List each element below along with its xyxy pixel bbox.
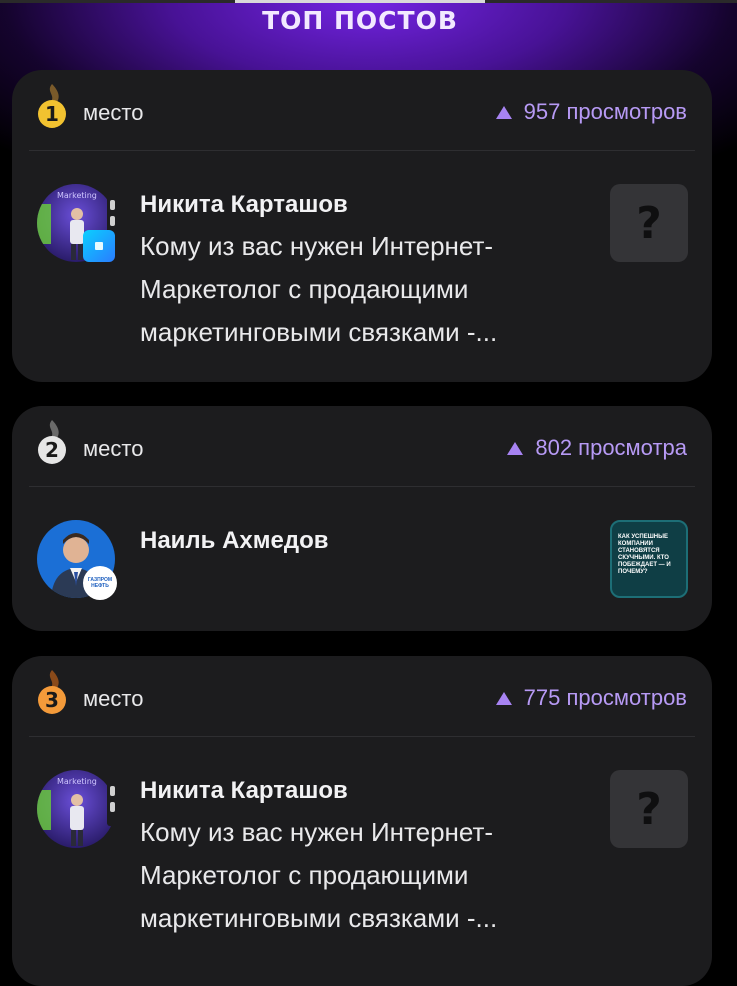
author-name[interactable]: Никита Карташов [140,191,348,219]
post-card-3[interactable]: 3 место 775 просмотров Marketing Никита … [12,656,712,986]
thumbnail-caption: Как успешные компании становятся скучным… [618,534,671,575]
views-text: 957 просмотров [523,99,687,124]
svg-text:1: 1 [45,102,59,126]
post-card-header: 3 место 775 просмотров [29,656,695,737]
medal-silver-icon: 2 [38,420,66,464]
avatar-photo: Marketing [37,770,115,848]
question-mark-icon: ? [636,783,662,835]
avatar[interactable]: Marketing [37,184,119,262]
views-up-icon [495,691,512,705]
post-thumbnail[interactable]: Как успешные компании становятся скучным… [610,520,688,598]
post-excerpt[interactable]: Кому из вас нужен Интернет-Маркетолог с … [140,811,590,940]
avatar[interactable]: ГАЗПРОМ НЕФТЬ [37,520,117,600]
author-name[interactable]: Никита Карташов [140,777,348,805]
post-excerpt[interactable]: Кому из вас нужен Интернет-Маркетолог с … [140,225,590,354]
post-card-2[interactable]: 2 место 802 просмотра ГАЗПРОМ НЕФТЬ Наил… [12,406,712,631]
app-badge-icon [83,230,115,262]
views-text: 802 просмотра [535,435,687,460]
views-count: 775 просмотров [495,685,687,711]
avatar[interactable]: Marketing [37,770,119,848]
company-badge: ГАЗПРОМ НЕФТЬ [83,566,117,600]
views-up-icon [495,105,512,119]
medal-gold-icon: 1 [38,84,66,128]
scroll-indicator [0,0,737,3]
views-text: 775 просмотров [523,685,687,710]
page-title: топ постов [262,6,458,35]
post-thumbnail[interactable]: ? [610,184,688,262]
views-count: 802 просмотра [507,435,687,461]
question-mark-icon: ? [636,197,662,249]
svg-text:Marketing: Marketing [57,777,97,786]
views-up-icon [507,441,524,455]
avatar-pattern [107,780,119,826]
place-label: место [83,436,144,461]
medal-bronze-icon: 3 [38,670,66,714]
svg-text:Marketing: Marketing [57,191,97,200]
post-card-header: 1 место 957 просмотров [29,70,695,151]
post-card-header: 2 место 802 просмотра [29,406,695,487]
post-card-1[interactable]: 1 место 957 просмотров Marketing Никита … [12,70,712,382]
post-thumbnail[interactable]: ? [610,770,688,848]
author-name[interactable]: Наиль Ахмедов [140,527,329,555]
views-count: 957 просмотров [495,99,687,125]
svg-text:3: 3 [45,688,59,712]
place-label: место [83,100,144,125]
place-label: место [83,686,144,711]
svg-text:2: 2 [45,438,59,462]
